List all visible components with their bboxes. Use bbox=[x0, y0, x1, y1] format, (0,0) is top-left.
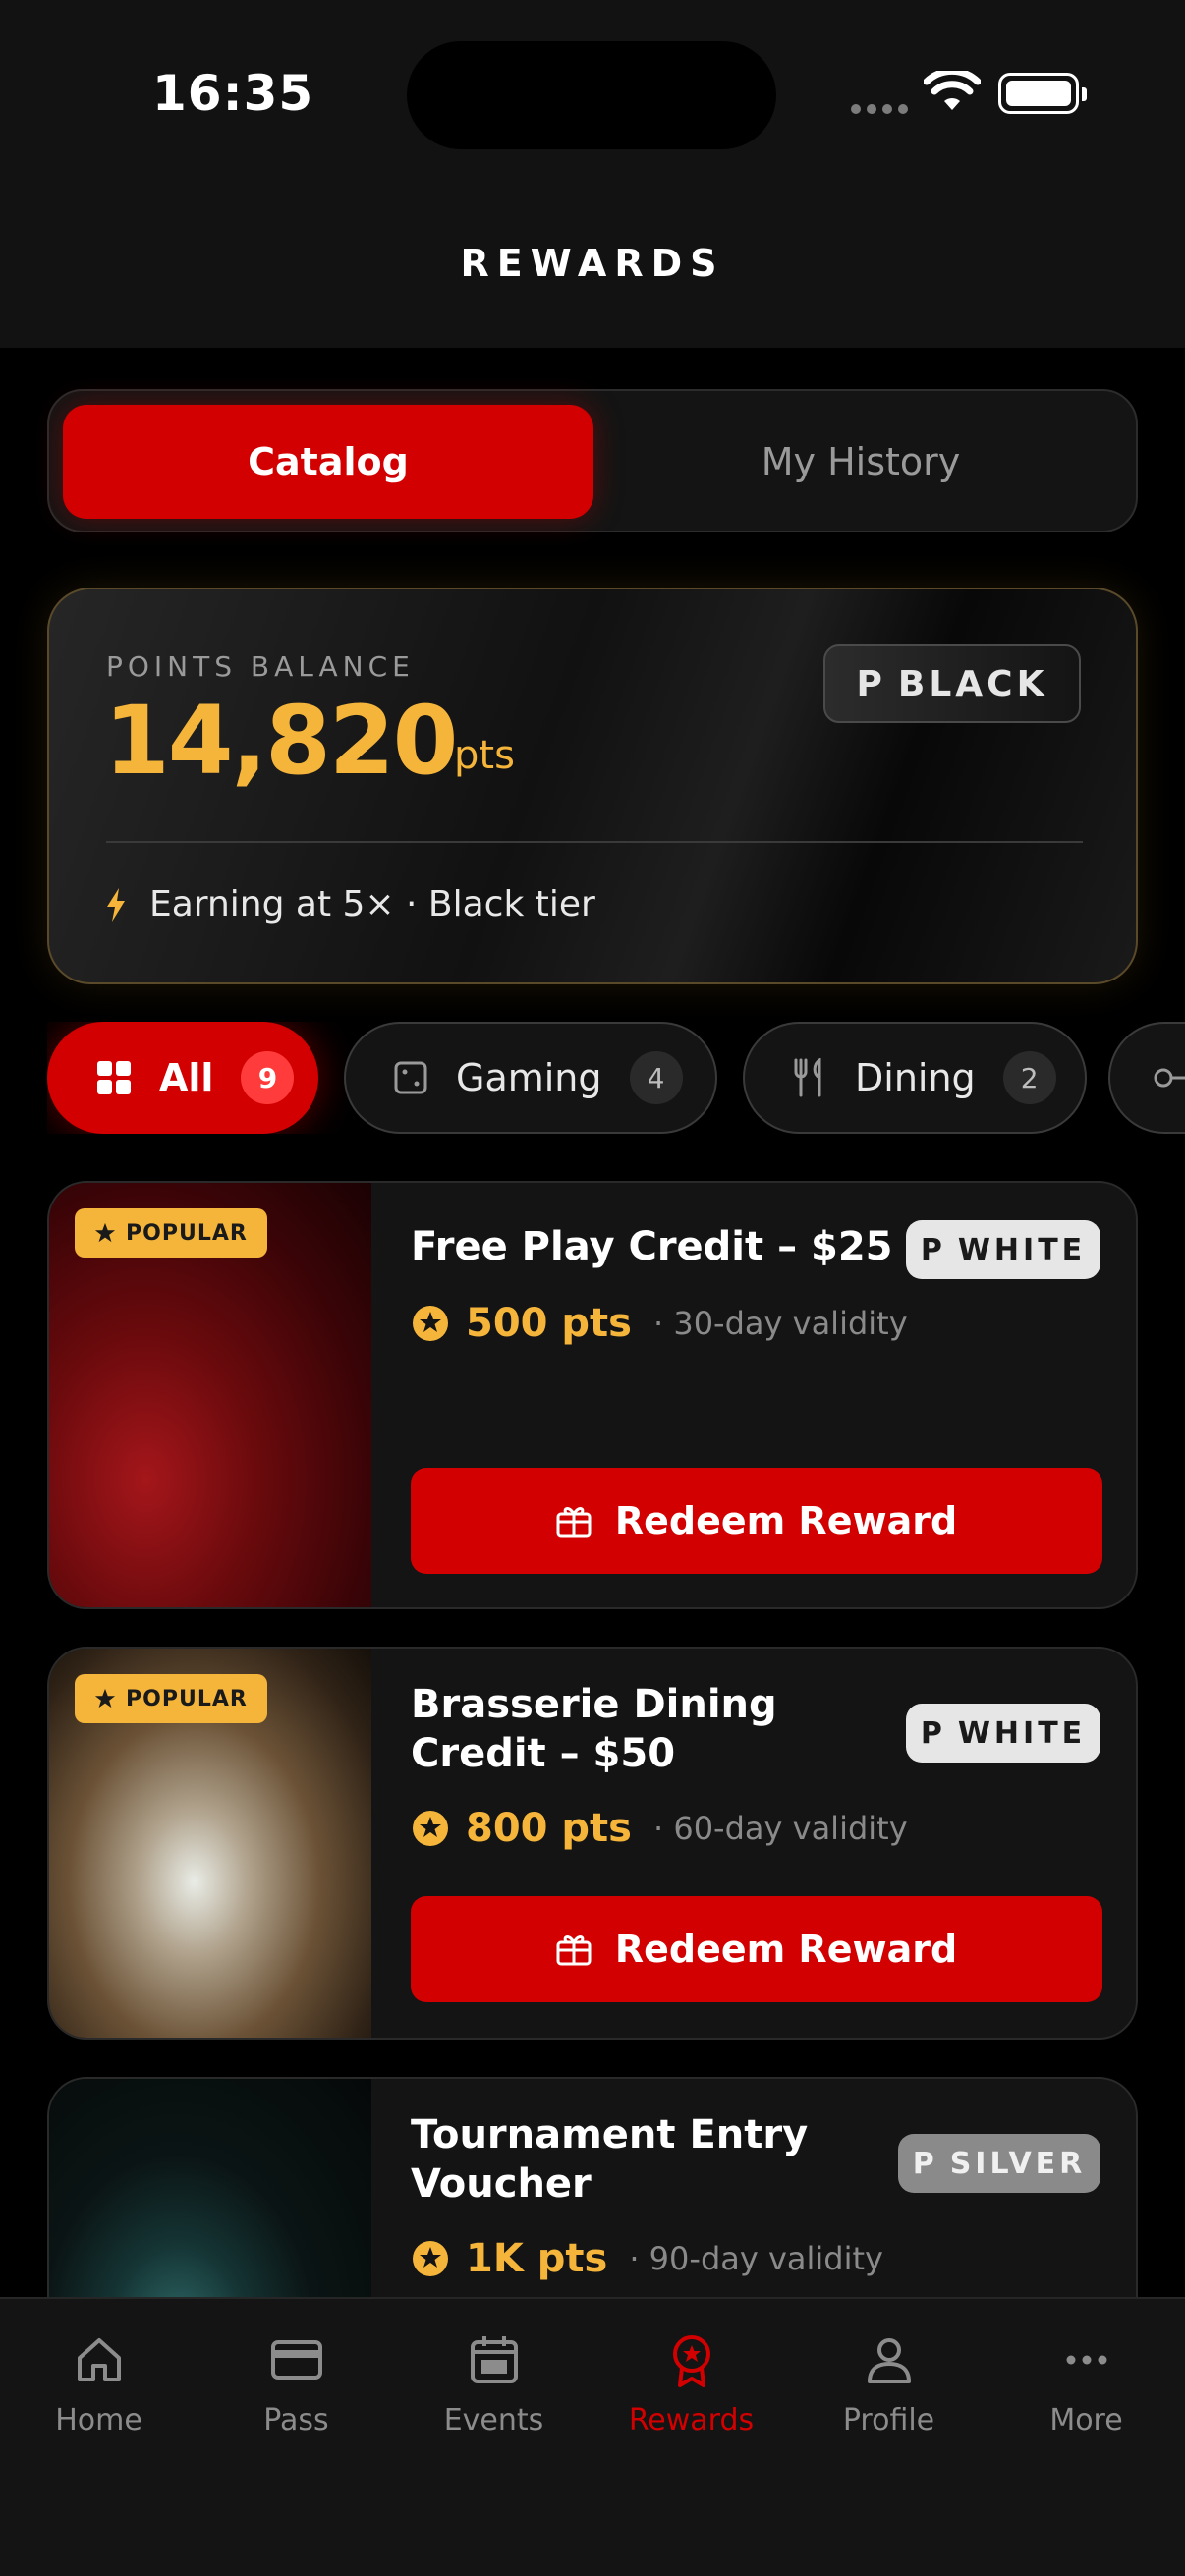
filter-chip-count: 4 bbox=[629, 1051, 683, 1104]
tab-pass[interactable]: Pass bbox=[198, 2332, 395, 2437]
category-filter-row: All 9 Gaming 4 Dining 2 bbox=[47, 1022, 1185, 1134]
tab-home[interactable]: Home bbox=[0, 2332, 198, 2437]
filter-chip-more[interactable] bbox=[1108, 1022, 1185, 1134]
points-balance-label: POINTS BALANCE bbox=[106, 650, 415, 683]
filter-chip-count: 9 bbox=[241, 1051, 295, 1104]
filter-chip-count: 2 bbox=[1002, 1051, 1056, 1104]
battery-icon bbox=[998, 73, 1087, 114]
bottom-tab-bar: Home Pass Events Rewards Profile More bbox=[0, 2297, 1185, 2576]
tab-events[interactable]: Events bbox=[395, 2332, 592, 2437]
signal-dots-icon bbox=[851, 104, 908, 114]
popular-badge: POPULAR bbox=[75, 1674, 267, 1723]
reward-card[interactable]: POPULAR Free Play Credit – $25 P WHITE 5… bbox=[47, 1181, 1138, 1609]
wifi-icon bbox=[924, 71, 981, 110]
page-header: REWARDS bbox=[0, 187, 1185, 348]
tab-more[interactable]: More bbox=[988, 2332, 1185, 2437]
dice-icon bbox=[393, 1060, 428, 1095]
tier-badge: P BLACK bbox=[823, 644, 1081, 723]
earning-rate: Earning at 5× · Black tier bbox=[106, 884, 595, 924]
popular-badge: POPULAR bbox=[75, 1208, 267, 1258]
star-coin-icon bbox=[413, 2241, 448, 2276]
reward-points: 500 pts · 30-day validity bbox=[411, 1301, 908, 1346]
redeem-reward-button[interactable]: Redeem Reward bbox=[411, 1468, 1102, 1574]
status-time: 16:35 bbox=[152, 65, 314, 122]
tab-profile[interactable]: Profile bbox=[790, 2332, 988, 2437]
grid-icon bbox=[96, 1060, 132, 1095]
calendar-icon bbox=[470, 2336, 518, 2383]
dynamic-island bbox=[407, 41, 776, 149]
lightning-icon bbox=[107, 887, 125, 922]
tab-rewards[interactable]: Rewards bbox=[592, 2332, 790, 2437]
segmented-control: Catalog My History bbox=[47, 389, 1138, 532]
redeem-reward-button[interactable]: Redeem Reward bbox=[411, 1896, 1102, 2002]
star-icon bbox=[94, 1688, 116, 1708]
tab-my-history[interactable]: My History bbox=[595, 405, 1126, 519]
tier-logo-icon: P bbox=[920, 1232, 946, 1267]
tier-logo-icon: P bbox=[912, 2146, 938, 2181]
earning-rate-text: Earning at 5× · Black tier bbox=[149, 884, 595, 924]
page-title: REWARDS bbox=[460, 242, 725, 285]
person-icon bbox=[867, 2338, 911, 2383]
tier-tag: P WHITE bbox=[906, 1220, 1100, 1279]
gift-icon bbox=[556, 1507, 592, 1538]
points-unit: pts bbox=[454, 733, 515, 778]
more-icon bbox=[1066, 2355, 1106, 2365]
card-icon bbox=[270, 2340, 322, 2380]
filter-chip-label: All bbox=[159, 1056, 214, 1099]
home-icon bbox=[77, 2338, 121, 2381]
tab-catalog[interactable]: Catalog bbox=[63, 405, 593, 519]
points-balance-card: POINTS BALANCE 14,820 pts P BLACK Earnin… bbox=[47, 588, 1138, 984]
filter-chip-label: Dining bbox=[855, 1056, 976, 1099]
tier-label: BLACK bbox=[897, 663, 1048, 704]
star-icon bbox=[94, 1222, 116, 1243]
points-balance-value: 14,820 bbox=[104, 686, 458, 796]
divider bbox=[106, 841, 1083, 843]
reward-points: 800 pts · 60-day validity bbox=[411, 1806, 908, 1851]
tier-tag: P WHITE bbox=[906, 1704, 1100, 1763]
tier-logo-icon: P bbox=[920, 1715, 946, 1751]
filter-chip-gaming[interactable]: Gaming 4 bbox=[344, 1022, 717, 1134]
gift-icon bbox=[556, 1935, 592, 1966]
filter-chip-all[interactable]: All 9 bbox=[47, 1022, 318, 1134]
key-icon bbox=[1154, 1063, 1185, 1092]
reward-title: Free Play Credit – $25 bbox=[411, 1224, 893, 1269]
status-bar: 16:35 bbox=[0, 0, 1185, 187]
filter-chip-dining[interactable]: Dining 2 bbox=[743, 1022, 1087, 1134]
star-coin-icon bbox=[413, 1306, 448, 1341]
reward-card[interactable]: POPULAR Brasserie Dining Credit – $50 P … bbox=[47, 1647, 1138, 2040]
reward-points: 1K pts · 90-day validity bbox=[411, 2236, 883, 2281]
reward-title: Brasserie Dining Credit – $50 bbox=[411, 1682, 777, 1776]
star-coin-icon bbox=[413, 1811, 448, 1846]
tier-tag: P SILVER bbox=[898, 2134, 1100, 2193]
fork-knife-icon bbox=[792, 1058, 827, 1097]
tier-logo-icon: P bbox=[856, 663, 886, 704]
filter-chip-label: Gaming bbox=[456, 1056, 602, 1099]
award-icon bbox=[672, 2335, 710, 2387]
reward-title: Tournament Entry Voucher bbox=[411, 2112, 809, 2207]
